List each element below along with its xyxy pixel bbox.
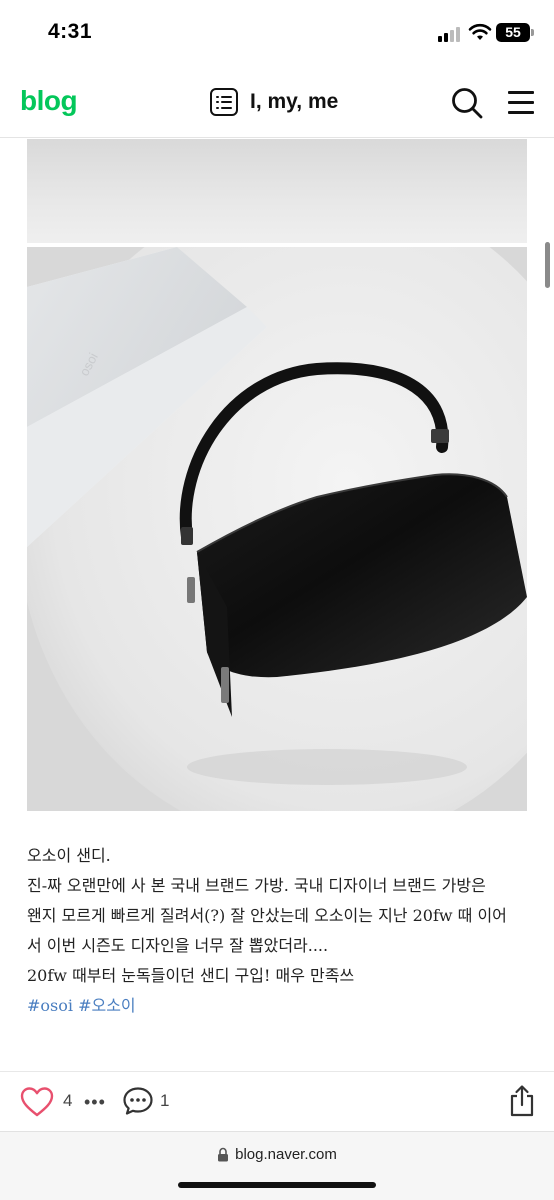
- post-line: 진-짜 오랜만에 사 본 국내 브랜드 가방. 국내 디자이너 브랜드 가방은: [27, 876, 486, 895]
- comment-count: 1: [160, 1091, 170, 1110]
- lock-icon: [218, 1147, 229, 1162]
- list-icon[interactable]: [210, 88, 238, 116]
- blog-title-area[interactable]: I, my, me: [210, 86, 338, 118]
- post-body: 오소이 샌디. 진-짜 오랜만에 사 본 국내 브랜드 가방. 국내 디자이너 …: [27, 841, 527, 1021]
- wifi-icon: [468, 23, 492, 40]
- post-line: 왠지 모르게 빠르게 질려서(?) 잘 안샀는데 오소이는 지난 20fw 때 …: [27, 906, 507, 925]
- post-photo-bag: osoi: [27, 247, 527, 811]
- battery-nub: [531, 29, 534, 36]
- signal-icon: [438, 26, 462, 42]
- browser-bottom-bar: blog.naver.com: [0, 1131, 554, 1200]
- scrollbar-thumb[interactable]: [545, 242, 550, 288]
- status-bar: 4:31 55: [0, 0, 554, 64]
- post-line: 오소이 샌디.: [27, 846, 111, 865]
- blog-title[interactable]: I, my, me: [250, 90, 338, 114]
- url-text[interactable]: blog.naver.com: [235, 1146, 337, 1163]
- blog-logo[interactable]: blog: [20, 85, 78, 117]
- home-indicator: [178, 1182, 376, 1188]
- like-count: 4: [63, 1091, 73, 1110]
- post-photo-top: [27, 139, 527, 243]
- menu-icon[interactable]: [508, 88, 534, 116]
- reaction-bar: 4 ••• 1: [0, 1071, 554, 1131]
- blog-header: blog I, my, me: [0, 66, 554, 138]
- share-icon[interactable]: [508, 1084, 536, 1118]
- heart-icon[interactable]: [20, 1086, 54, 1118]
- comment-icon[interactable]: [122, 1086, 154, 1116]
- post-line: 20fw 때부터 눈독들이던 샌디 구입! 매우 만족쓰: [27, 966, 355, 985]
- post-line: 서 이번 시즌도 디자인을 너무 잘 뽑았더라....: [27, 936, 329, 955]
- status-time: 4:31: [48, 20, 93, 43]
- search-icon[interactable]: [450, 86, 484, 120]
- battery-icon: 55: [496, 23, 530, 42]
- address-bar[interactable]: blog.naver.com: [0, 1146, 554, 1163]
- more-icon[interactable]: •••: [84, 1092, 106, 1113]
- hashtags-link[interactable]: #osoi #오소이: [27, 991, 527, 1021]
